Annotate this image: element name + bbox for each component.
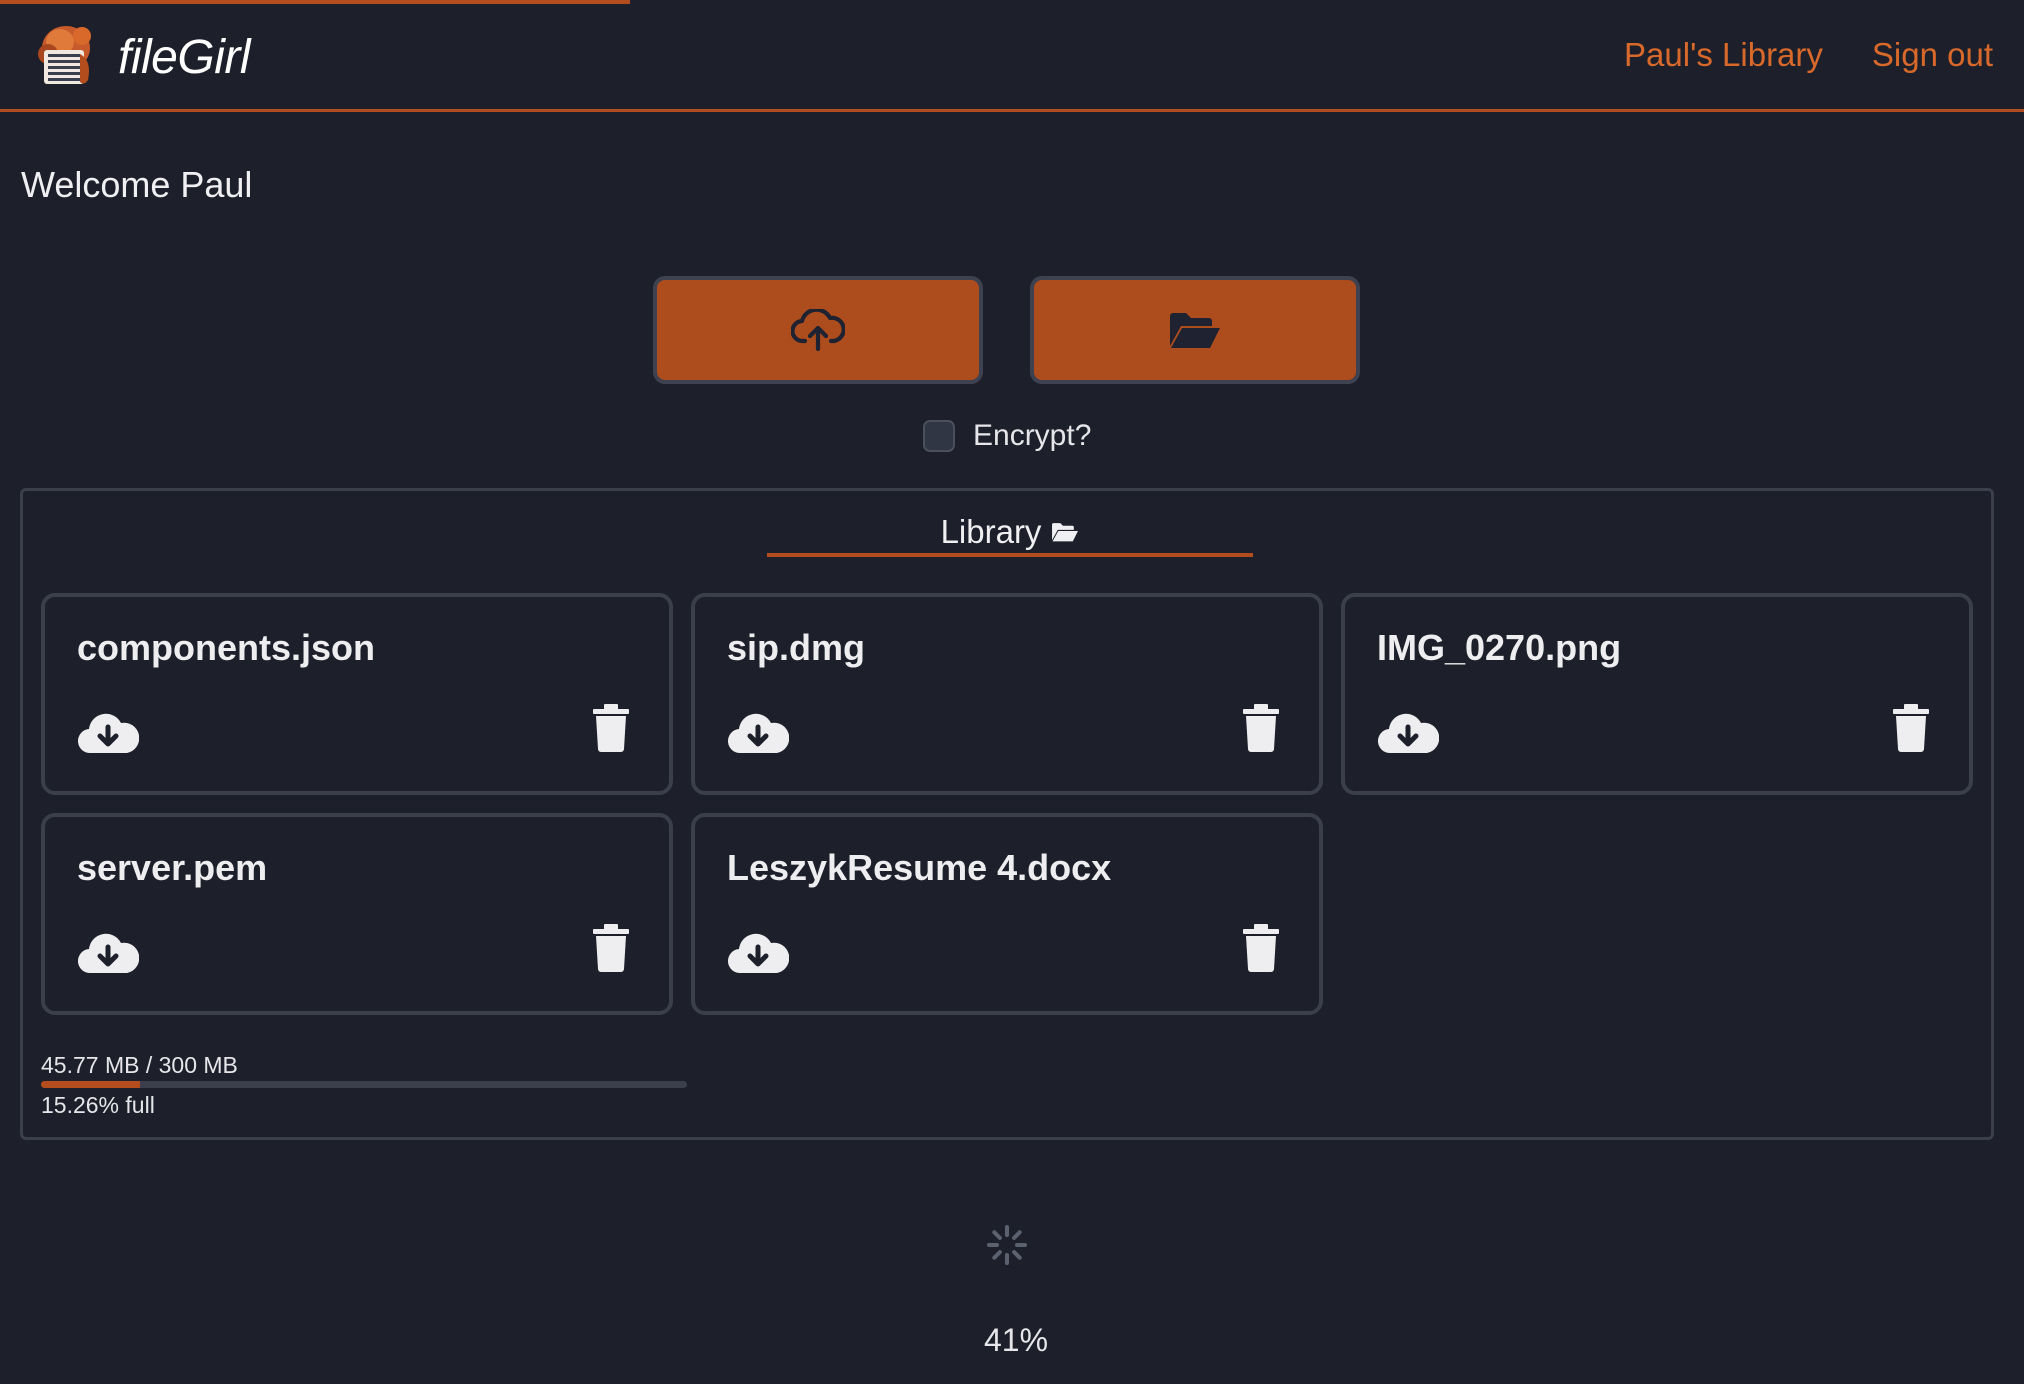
library-title: Library bbox=[940, 513, 1042, 550]
trash-icon[interactable] bbox=[593, 924, 629, 972]
brand[interactable]: fileGirl bbox=[36, 22, 251, 92]
open-folder-button[interactable] bbox=[1030, 276, 1360, 384]
encrypt-checkbox[interactable] bbox=[923, 420, 955, 452]
file-name: server.pem bbox=[77, 847, 268, 888]
spinner-icon bbox=[987, 1225, 1027, 1265]
library-header: Library bbox=[767, 513, 1253, 557]
trash-icon[interactable] bbox=[593, 704, 629, 752]
brand-title: fileGirl bbox=[118, 30, 251, 84]
cloud-download-icon[interactable] bbox=[727, 709, 789, 757]
folder-open-icon bbox=[1170, 313, 1220, 348]
storage-full-text: 15.26% full bbox=[41, 1092, 155, 1118]
trash-icon[interactable] bbox=[1893, 704, 1929, 752]
nav-link-library[interactable]: Paul's Library bbox=[1624, 36, 1823, 74]
file-card: LeszykResume 4.docx bbox=[691, 813, 1323, 1015]
trash-icon[interactable] bbox=[1243, 924, 1279, 972]
library-panel: Library components.json sip.dmg IMG_0270… bbox=[20, 488, 1994, 1140]
filegirl-logo bbox=[38, 26, 91, 84]
cloud-upload-icon bbox=[791, 309, 845, 351]
cloud-download-icon[interactable] bbox=[77, 709, 139, 757]
file-card: sip.dmg bbox=[691, 593, 1323, 795]
nav-link-sign-out[interactable]: Sign out bbox=[1872, 36, 1993, 74]
upload-button[interactable] bbox=[653, 276, 983, 384]
storage-bar-fill bbox=[41, 1081, 140, 1088]
encrypt-option: Encrypt? bbox=[923, 419, 1091, 453]
cloud-download-icon[interactable] bbox=[77, 929, 139, 977]
trash-icon[interactable] bbox=[1243, 704, 1279, 752]
file-card: IMG_0270.png bbox=[1341, 593, 1973, 795]
file-card: components.json bbox=[41, 593, 673, 795]
encrypt-label: Encrypt? bbox=[973, 419, 1092, 452]
navbar: fileGirl Paul's Library Sign out bbox=[0, 0, 2024, 112]
welcome-text: Welcome Paul bbox=[21, 164, 253, 205]
cloud-download-icon[interactable] bbox=[1377, 709, 1439, 757]
file-name: sip.dmg bbox=[727, 627, 866, 668]
file-name: IMG_0270.png bbox=[1377, 627, 1622, 668]
file-card: server.pem bbox=[41, 813, 673, 1015]
storage-usage: 45.77 MB / 300 MB bbox=[41, 1052, 238, 1078]
file-name: components.json bbox=[77, 627, 376, 668]
upload-progress-percent: 41% bbox=[984, 1322, 1049, 1358]
storage-bar bbox=[41, 1081, 687, 1088]
folder-open-icon bbox=[1052, 523, 1079, 542]
nav-links: Paul's Library Sign out bbox=[1624, 36, 1993, 74]
file-name: LeszykResume 4.docx bbox=[727, 847, 1112, 888]
cloud-download-icon[interactable] bbox=[727, 929, 789, 977]
